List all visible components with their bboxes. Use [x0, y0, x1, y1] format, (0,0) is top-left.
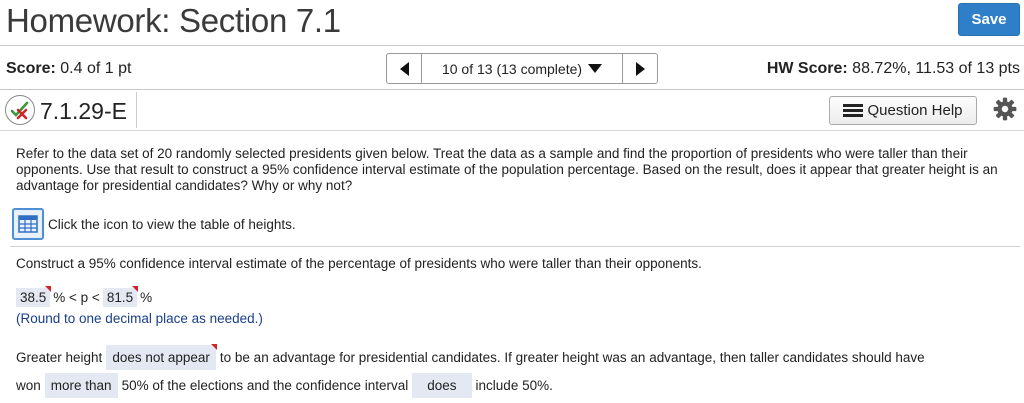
question-help-label: Question Help: [867, 102, 963, 119]
conclusion-text: Greater height: [16, 350, 103, 365]
next-question-button[interactable]: [622, 53, 658, 84]
page-title: Homework: Section 7.1: [6, 2, 341, 39]
dropdown-arrow-icon: [588, 64, 603, 73]
divider: [0, 89, 1024, 90]
appear-dropdown[interactable]: does not appear: [106, 344, 217, 370]
divider: [10, 246, 1020, 247]
ci-middle-text: % < p <: [53, 290, 100, 305]
ci-upper-input[interactable]: 81.5: [102, 286, 139, 307]
score-label: Score:: [6, 60, 56, 77]
question-navigator: 10 of 13 (13 complete): [386, 53, 658, 84]
question-help-button[interactable]: Question Help: [829, 96, 977, 125]
table-link[interactable]: Click the icon to view the table of heig…: [12, 208, 296, 240]
divider: [0, 130, 1024, 131]
right-arrow-icon: [635, 61, 645, 76]
list-icon: [843, 104, 864, 117]
score-display: Score: 0.4 of 1 pt: [6, 60, 131, 78]
conclusion-line-2: won more than 50% of the elections and t…: [16, 373, 553, 398]
divider: [136, 92, 137, 128]
conclusion-text: won: [16, 378, 41, 393]
question-select[interactable]: 10 of 13 (13 complete): [422, 53, 622, 84]
hw-score-display: HW Score: 88.72%, 11.53 of 13 pts: [767, 60, 1020, 78]
hw-score-value: 88.72%, 11.53 of 13 pts: [852, 60, 1020, 77]
question-position: 10 of 13 (13 complete): [441, 60, 583, 77]
left-arrow-icon: [399, 61, 409, 76]
comparison-dropdown[interactable]: more than: [44, 373, 118, 398]
conclusion-text: to be an advantage for presidential cand…: [219, 350, 925, 365]
part-prompt: Construct a 95% confidence interval esti…: [16, 256, 702, 271]
ci-unit: %: [140, 290, 153, 305]
ci-lower-input[interactable]: 38.5: [16, 286, 52, 307]
gear-icon[interactable]: [992, 96, 1018, 122]
partial-credit-icon: [5, 95, 35, 125]
table-grid-icon[interactable]: [12, 208, 44, 240]
table-link-text: Click the icon to view the table of heig…: [48, 216, 296, 232]
include-dropdown[interactable]: does: [412, 373, 472, 398]
conclusion-text: include 50%.: [475, 378, 553, 393]
question-prompt: Refer to the data set of 20 randomly sel…: [16, 146, 998, 193]
question-id: 7.1.29-E: [40, 98, 127, 124]
conclusion-line-1: Greater height does not appear to be an …: [16, 344, 925, 370]
divider: [0, 45, 1024, 46]
rounding-note: (Round to one decimal place as needed.): [16, 311, 263, 326]
score-value: 0.4 of 1 pt: [60, 60, 132, 77]
save-button[interactable]: Save: [958, 3, 1020, 36]
hw-score-label: HW Score:: [766, 60, 848, 77]
previous-question-button[interactable]: [386, 53, 422, 84]
confidence-interval-row: 38.5 % < p < 81.5 %: [16, 286, 153, 307]
conclusion-text: 50% of the elections and the confidence …: [121, 378, 409, 393]
